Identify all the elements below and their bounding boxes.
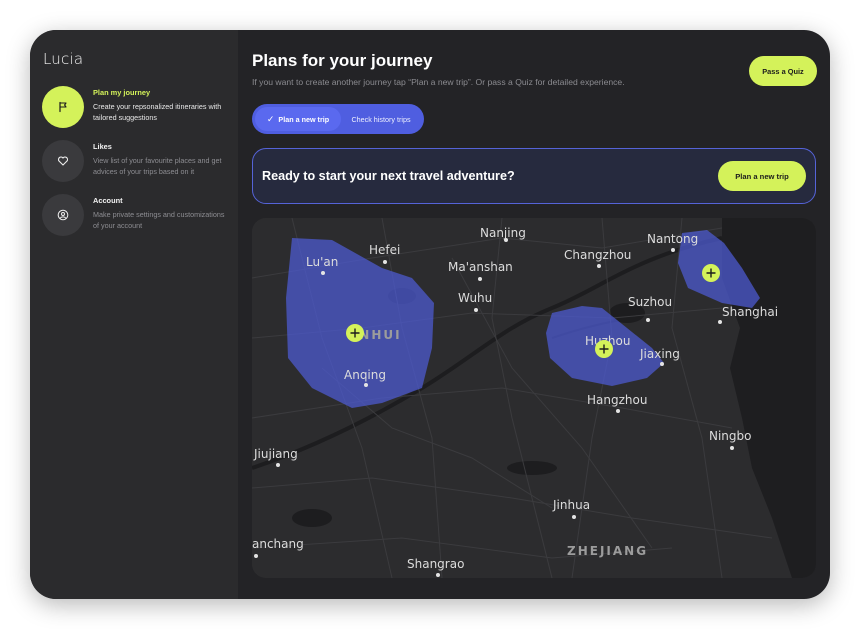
adventure-banner: Ready to start your next travel adventur…	[252, 148, 816, 204]
map-city-label: Anqing	[344, 368, 386, 382]
sidebar-item-title: Likes	[93, 142, 112, 151]
page-subtitle: If you want to create another journey ta…	[252, 77, 625, 87]
app-window: Lucia Plan my journey Create your repson…	[30, 30, 830, 599]
sidebar-item-description: Make private settings and customizations…	[93, 210, 225, 230]
main-content: Plans for your journey If you want to cr…	[238, 30, 830, 599]
map-marker[interactable]	[702, 264, 720, 282]
sidebar-item-title: Plan my journey	[93, 88, 151, 97]
map-marker[interactable]	[595, 340, 613, 358]
user-icon	[42, 194, 84, 236]
sidebar-item-description: Create your repsonalized itineraries wit…	[93, 102, 222, 122]
map-city-label: Changzhou	[564, 248, 631, 262]
trip-mode-toggle: ✓ Plan a new trip Check history trips	[252, 104, 424, 134]
sidebar: Lucia Plan my journey Create your repson…	[30, 30, 238, 599]
map-city-label: Hangzhou	[587, 393, 647, 407]
map-city-label: Ma'anshan	[448, 260, 513, 274]
map-city-label: Nantong	[647, 232, 698, 246]
map-region-label: ZHEJIANG	[567, 544, 648, 558]
tab-plan-new-trip[interactable]: ✓ Plan a new trip	[255, 107, 341, 131]
heart-icon	[42, 140, 84, 182]
sidebar-item-description: View list of your favourite places and g…	[93, 156, 222, 176]
map-city-label: Jiujiang	[253, 447, 298, 461]
sidebar-nav: Plan my journey Create your repsonalized…	[42, 86, 226, 236]
map-city-label: Shangrao	[407, 557, 464, 571]
banner-text: Ready to start your next travel adventur…	[262, 169, 515, 183]
tab-label: Check history trips	[351, 114, 411, 124]
sidebar-item-plan-my-journey[interactable]: Plan my journey Create your repsonalized…	[42, 86, 226, 128]
map-canvas: Nanjing Hefei Lu'an Ma'anshan Changzhou …	[252, 218, 816, 578]
map-marker[interactable]	[346, 324, 364, 342]
map-city-label: anchang	[252, 537, 304, 551]
check-icon: ✓	[266, 113, 275, 124]
plan-new-trip-button[interactable]: Plan a new trip	[718, 161, 806, 191]
pass-quiz-button[interactable]: Pass a Quiz	[749, 56, 817, 86]
map-city-label: Jiaxing	[639, 347, 680, 361]
map-city-label: Wuhu	[458, 291, 492, 305]
page-title: Plans for your journey	[252, 51, 433, 70]
map-city-label: Lu'an	[306, 255, 338, 269]
map-city-label: Suzhou	[628, 295, 672, 309]
map-city-label: Shanghai	[722, 305, 778, 319]
map-city-label: Nanjing	[480, 226, 526, 240]
sidebar-item-account[interactable]: Account Make private settings and custom…	[42, 194, 226, 236]
map-city-label: Hefei	[369, 243, 400, 257]
sidebar-item-likes[interactable]: Likes View list of your favourite places…	[42, 140, 226, 182]
tab-label: Plan a new trip	[278, 114, 330, 124]
flag-icon	[42, 86, 84, 128]
sidebar-item-title: Account	[93, 196, 123, 205]
map-city-label: Ningbo	[709, 429, 752, 443]
trip-map[interactable]: Nanjing Hefei Lu'an Ma'anshan Changzhou …	[252, 218, 816, 578]
map-city-label: Jinhua	[552, 498, 590, 512]
tab-check-history-trips[interactable]: Check history trips	[341, 107, 421, 131]
app-logo: Lucia	[43, 50, 84, 68]
